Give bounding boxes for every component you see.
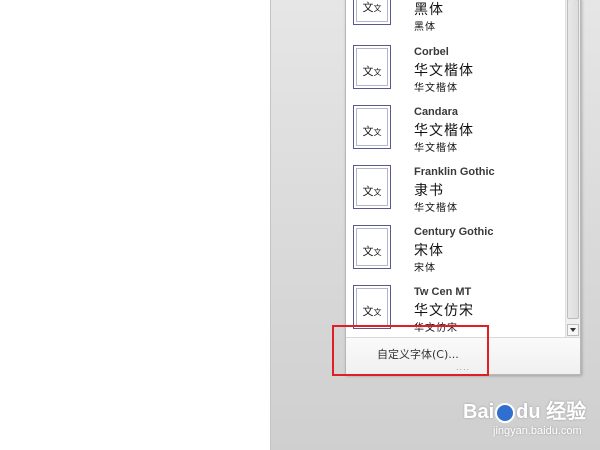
theme-font-name: Corbel [414, 46, 449, 58]
font-gallery-item[interactable]: 文文 Candara 华文楷体 华文楷体 [346, 101, 565, 161]
body-font-sample: 华文楷体 [414, 83, 458, 94]
body-font-sample: 华文楷体 [414, 203, 458, 214]
thumb-glyph-large: 文 [362, 245, 374, 258]
thumb-glyph-large: 文 [362, 305, 374, 318]
thumb-glyph-small: 文 [373, 248, 382, 257]
heading-font-sample: 华文楷体 [414, 63, 474, 79]
font-gallery-item[interactable]: 文文 Century Gothic 宋体 宋体 [346, 221, 565, 281]
heading-font-sample: 宋体 [414, 243, 444, 259]
watermark-url: jingyan.baidu.com [493, 425, 582, 437]
font-preview-thumbnail: 文文 [353, 165, 391, 209]
watermark-logo: Bai du 经验 [463, 395, 586, 424]
font-gallery-list: 文文 黑体 黑体 文文 Corbel 华文楷体 华文楷体 文文 Candara … [346, 0, 565, 337]
watermark-brand-prefix: Bai [463, 401, 495, 423]
baidu-jingyan-watermark: Bai du 经验 jingyan.baidu.com [463, 393, 593, 443]
theme-fonts-dropdown: 文文 黑体 黑体 文文 Corbel 华文楷体 华文楷体 文文 Candara … [345, 0, 581, 375]
thumb-glyph-large: 文 [362, 125, 374, 138]
font-gallery-item[interactable]: 文文 Franklin Gothic 隶书 华文楷体 [346, 161, 565, 221]
annotation-highlight-box [332, 325, 489, 376]
thumb-glyph-small: 文 [373, 68, 382, 77]
thumb-glyph-large: 文 [362, 1, 374, 14]
theme-font-name: Franklin Gothic [414, 166, 495, 178]
font-gallery-item[interactable]: 文文 黑体 黑体 [346, 0, 565, 37]
body-font-sample: 华文楷体 [414, 143, 458, 154]
watermark-du-glyph: du [516, 401, 541, 423]
theme-font-name: Century Gothic [414, 226, 494, 238]
theme-font-name: Candara [414, 106, 459, 118]
thumb-glyph-large: 文 [362, 185, 374, 198]
heading-font-sample: 黑体 [414, 2, 444, 18]
font-gallery-item[interactable]: 文文 Corbel 华文楷体 华文楷体 [346, 41, 565, 101]
heading-font-sample: 隶书 [414, 183, 444, 199]
body-font-sample: 黑体 [414, 22, 436, 33]
vertical-scrollbar[interactable] [565, 0, 580, 337]
document-canvas [0, 0, 270, 450]
body-font-sample: 宋体 [414, 263, 436, 274]
heading-font-sample: 华文楷体 [414, 123, 474, 139]
theme-font-name: Tw Cen MT [414, 286, 472, 298]
heading-font-sample: 华文仿宋 [414, 303, 474, 319]
thumb-glyph-small: 文 [373, 4, 382, 13]
thumb-glyph-small: 文 [373, 128, 382, 137]
watermark-brand-suffix: 经验 [546, 401, 587, 423]
scrollbar-thumb[interactable] [567, 0, 579, 319]
font-preview-thumbnail: 文文 [353, 225, 391, 269]
paw-icon [495, 402, 516, 423]
font-preview-thumbnail: 文文 [353, 45, 391, 89]
triangle-down-icon[interactable] [567, 324, 579, 336]
thumb-glyph-small: 文 [373, 188, 382, 197]
font-preview-thumbnail: 文文 [353, 105, 391, 149]
font-preview-thumbnail: 文文 [353, 0, 391, 25]
thumb-glyph-small: 文 [373, 308, 382, 317]
font-preview-thumbnail: 文文 [353, 285, 391, 329]
thumb-glyph-large: 文 [362, 65, 374, 78]
